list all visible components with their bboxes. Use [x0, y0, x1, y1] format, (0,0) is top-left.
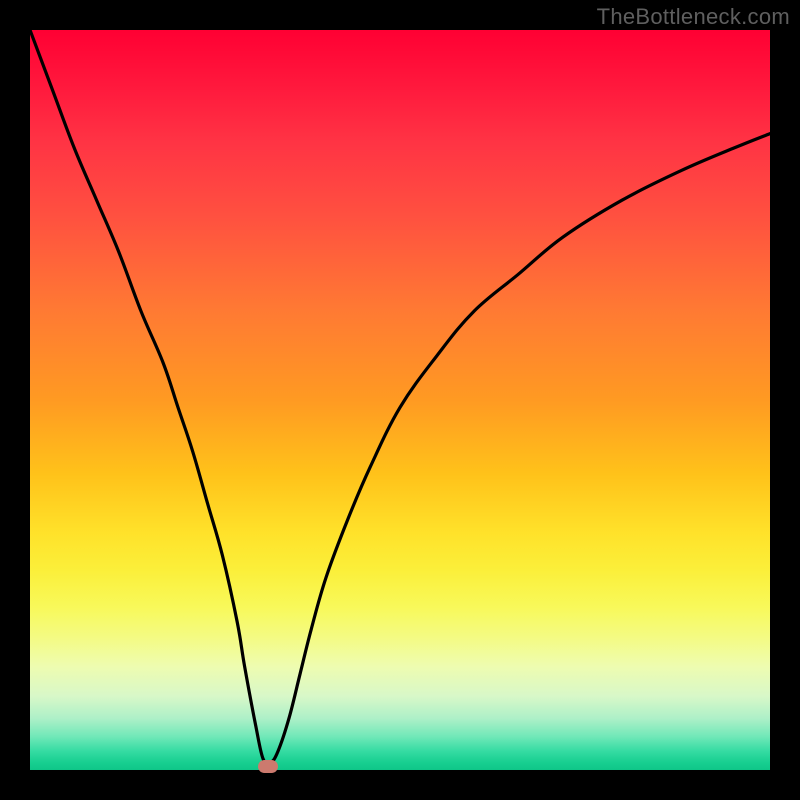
watermark-text: TheBottleneck.com: [597, 4, 790, 30]
optimum-marker: [258, 760, 278, 773]
plot-area: [30, 30, 770, 770]
bottleneck-curve: [30, 30, 770, 770]
